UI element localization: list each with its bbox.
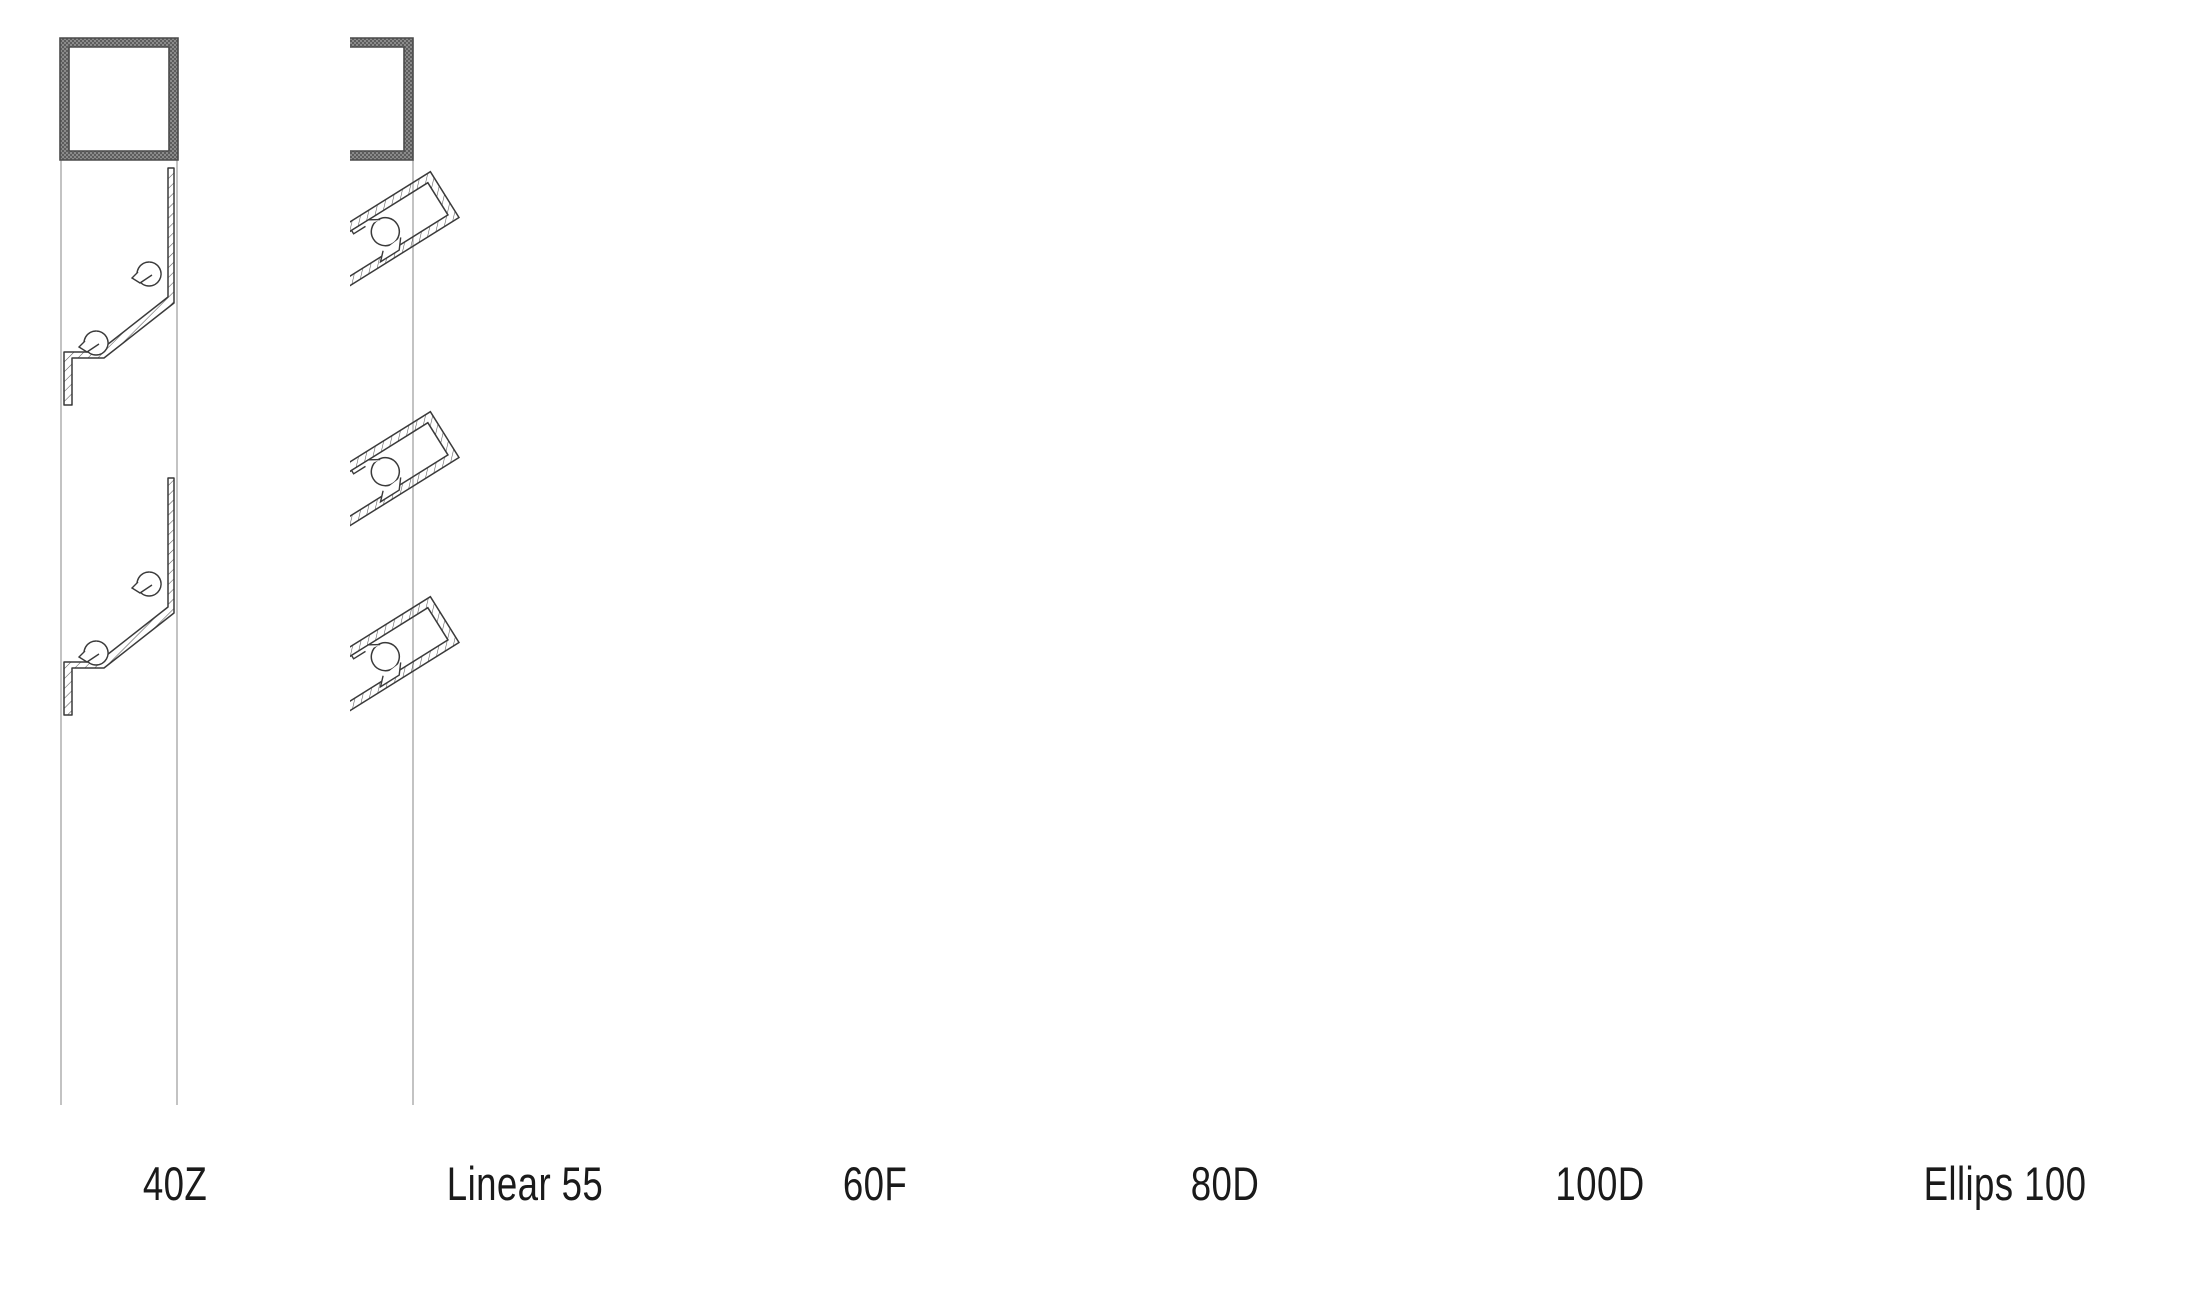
profile-drawing-60f	[700, 0, 1050, 1160]
drawing-sheet: 40Z Linear 55 60F 80D 100D Ellips 100	[0, 0, 2210, 1304]
column-guides-40z	[60, 160, 178, 1105]
profile-panel-100d: 100D	[1400, 0, 1800, 1304]
profile-drawing-linear55	[350, 37, 461, 1105]
profile-drawing-ellips100	[1800, 0, 2210, 1160]
profile-panel-60f: 60F	[700, 0, 1050, 1304]
panel-label-100d: 100D	[1555, 1157, 1645, 1210]
profile-instance-linear55-3	[350, 595, 461, 766]
panel-label-80d: 80D	[1190, 1157, 1260, 1210]
screw-boss	[130, 261, 162, 287]
profile-drawing-80d	[1050, 0, 1400, 1160]
profile-drawing-100d	[1400, 0, 1800, 1160]
profile-instance-linear55-2	[350, 410, 461, 581]
profile-instance-linear55-1	[350, 170, 461, 341]
header-box-linear55	[350, 37, 414, 161]
profile-drawing-40z	[59, 37, 179, 1105]
header-box-40z	[59, 37, 179, 161]
panel-label-ellips100: Ellips 100	[1923, 1157, 2087, 1210]
profile-instance-40z-lower	[63, 477, 175, 716]
profile-panel-80d: 80D	[1050, 0, 1400, 1304]
panel-label-40z: 40Z	[142, 1157, 208, 1210]
profile-panel-40z: 40Z	[0, 0, 350, 1304]
panel-label-linear55: Linear 55	[446, 1157, 604, 1210]
profile-panel-linear55: Linear 55	[350, 0, 700, 1304]
profile-instance-40z-upper	[63, 167, 175, 406]
profile-panel-ellips100: Ellips 100	[1800, 0, 2210, 1304]
screw-boss	[130, 571, 162, 597]
panel-label-60f: 60F	[842, 1157, 908, 1210]
